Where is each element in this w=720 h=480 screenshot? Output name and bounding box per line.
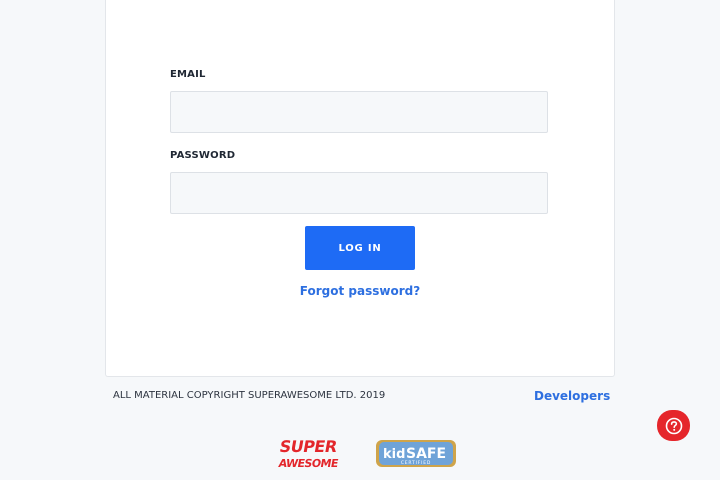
superawesome-logo-line2: AWESOME	[277, 457, 338, 470]
kidsafe-logo-sub: CERTIFIED	[401, 460, 431, 466]
login-button[interactable]: LOG IN	[305, 226, 415, 270]
kidsafe-logo: kid SAFE CERTIFIED	[376, 440, 456, 467]
question-circle-icon	[665, 417, 682, 434]
kidsafe-logo-kid: kid	[383, 447, 405, 462]
login-card: EMAIL PASSWORD LOG IN Forgot password?	[105, 0, 615, 377]
superawesome-logo-line1: SUPER	[278, 437, 339, 456]
password-field[interactable]	[170, 172, 548, 214]
password-label: PASSWORD	[170, 150, 236, 161]
email-label: EMAIL	[170, 69, 206, 80]
kidsafe-logo-safe: SAFE	[406, 446, 446, 462]
partner-logos: SUPER AWESOME kid SAFE CERTIFIED	[0, 436, 720, 476]
copyright-text: ALL MATERIAL COPYRIGHT SUPERAWESOME LTD.…	[113, 390, 386, 401]
forgot-password-link[interactable]: Forgot password?	[106, 284, 614, 298]
developers-link[interactable]: Developers	[534, 389, 610, 403]
email-field[interactable]	[170, 91, 548, 133]
superawesome-logo: SUPER AWESOME	[277, 437, 339, 470]
